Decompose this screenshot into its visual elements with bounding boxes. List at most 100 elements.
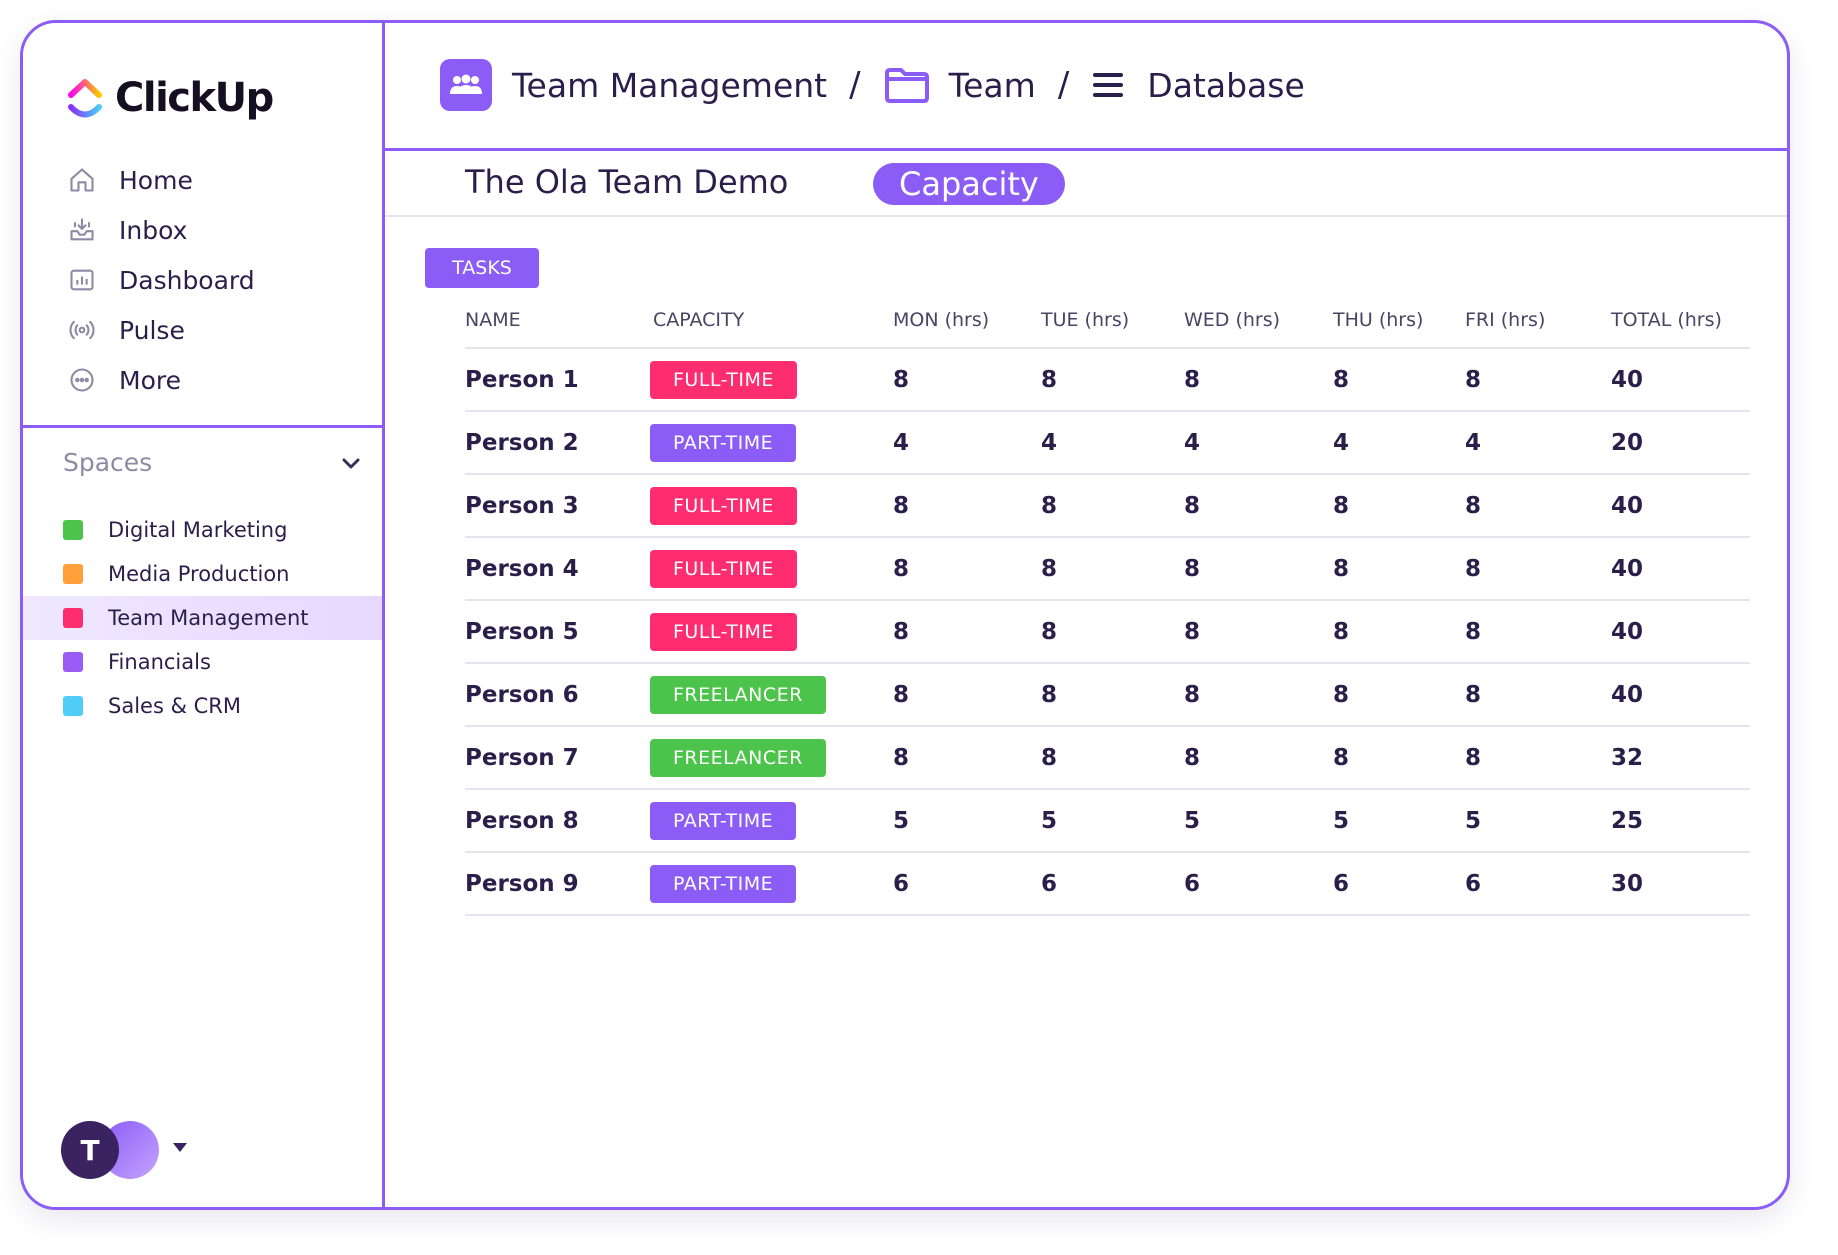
cell-mon: 8 (893, 366, 910, 393)
cell-mon: 8 (893, 618, 910, 645)
cell-tue: 8 (1041, 681, 1058, 708)
table-cell: 8 (893, 682, 1041, 708)
cell-thu: 8 (1333, 555, 1350, 582)
space-item-financials[interactable]: Financials (23, 640, 382, 684)
cell-wed: 8 (1184, 366, 1201, 393)
spaces-title: Spaces (63, 448, 153, 477)
table-row[interactable]: Person 8 PART-TIME 5 5 5 5 5 25 (465, 790, 1750, 853)
table-cell: 8 (1465, 619, 1611, 645)
column-header-capacity[interactable]: CAPACITY (653, 309, 893, 331)
cell-thu: 4 (1333, 429, 1350, 456)
capacity-badge[interactable]: PART-TIME (650, 801, 797, 840)
table-row[interactable]: Person 9 PART-TIME 6 6 6 6 6 30 (465, 853, 1750, 916)
logo[interactable]: ClickUp (65, 75, 274, 121)
folder-icon (884, 68, 929, 103)
nav-item-pulse[interactable]: Pulse (65, 305, 255, 355)
cell-mon: 4 (893, 429, 910, 456)
cell-tue: 4 (1041, 429, 1058, 456)
capacity-badge[interactable]: FULL-TIME (650, 549, 797, 588)
table-cell: 5 (1333, 808, 1465, 834)
table-body: Person 1 FULL-TIME 8 8 8 8 8 40 Person 2 PART-TIM… (465, 349, 1750, 916)
nav-item-dashboard[interactable]: Dashboard (65, 255, 255, 305)
capacity-badge[interactable]: FULL-TIME (650, 612, 797, 651)
cell-tue: 8 (1041, 366, 1058, 393)
column-header-fri[interactable]: FRI (hrs) (1465, 309, 1611, 331)
cell-wed: 6 (1184, 870, 1201, 897)
table-row[interactable]: Person 4 FULL-TIME 8 8 8 8 8 40 (465, 538, 1750, 601)
table-cell: 40 (1611, 556, 1750, 582)
space-item-team-management[interactable]: Team Management (23, 596, 382, 640)
group-label[interactable]: TASKS (425, 248, 539, 288)
column-header-name[interactable]: NAME (465, 309, 653, 331)
cell-name: Person 6 (465, 681, 579, 708)
cell-total: 40 (1611, 681, 1644, 708)
cell-total: 20 (1611, 429, 1644, 456)
main-nav: Home Inbox Dashboard Pulse More (65, 155, 255, 405)
cell-tue: 6 (1041, 870, 1058, 897)
table-cell: 4 (1333, 430, 1465, 456)
table-cell: 8 (893, 367, 1041, 393)
capacity-badge[interactable]: FULL-TIME (650, 486, 797, 525)
space-item-media-production[interactable]: Media Production (23, 552, 382, 596)
capacity-badge[interactable]: FREELANCER (650, 738, 826, 777)
capacity-badge[interactable]: FREELANCER (650, 675, 826, 714)
table-cell: 8 (893, 556, 1041, 582)
cell-tue: 8 (1041, 618, 1058, 645)
space-item-sales-crm[interactable]: Sales & CRM (23, 684, 382, 728)
space-label: Team Management (108, 606, 309, 630)
cell-name: Person 7 (465, 744, 579, 771)
breadcrumb-database[interactable]: Database (1091, 66, 1305, 105)
cell-thu: 8 (1333, 681, 1350, 708)
table-cell: Person 2 (465, 430, 653, 456)
nav-item-more[interactable]: More (65, 355, 255, 405)
caret-down-icon[interactable] (173, 1143, 187, 1152)
capacity-badge[interactable]: PART-TIME (650, 864, 797, 903)
column-header-thu[interactable]: THU (hrs) (1333, 309, 1465, 331)
cell-total: 32 (1611, 744, 1644, 771)
table-row[interactable]: Person 2 PART-TIME 4 4 4 4 4 20 (465, 412, 1750, 475)
column-header-total[interactable]: TOTAL (hrs) (1611, 309, 1750, 331)
capacity-badge[interactable]: PART-TIME (650, 423, 797, 462)
table-cell: 6 (893, 871, 1041, 897)
table-cell: Person 1 (465, 367, 653, 393)
space-item-digital-marketing[interactable]: Digital Marketing (23, 508, 382, 552)
table-row[interactable]: Person 1 FULL-TIME 8 8 8 8 8 40 (465, 349, 1750, 412)
table-cell: 4 (1465, 430, 1611, 456)
table-row[interactable]: Person 3 FULL-TIME 8 8 8 8 8 40 (465, 475, 1750, 538)
capacity-badge[interactable]: FULL-TIME (650, 360, 797, 399)
nav-item-inbox[interactable]: Inbox (65, 205, 255, 255)
cell-name: Person 9 (465, 870, 579, 897)
table-row[interactable]: Person 7 FREELANCER 8 8 8 8 8 32 (465, 727, 1750, 790)
breadcrumb-separator: / (1057, 65, 1070, 105)
avatar[interactable]: T (61, 1121, 119, 1179)
main-content: Team Management / Team / Database The Ol… (385, 23, 1787, 1207)
breadcrumb-label: Team (948, 65, 1036, 105)
column-header-wed[interactable]: WED (hrs) (1184, 309, 1333, 331)
table-row[interactable]: Person 5 FULL-TIME 8 8 8 8 8 40 (465, 601, 1750, 664)
column-header-tue[interactable]: TUE (hrs) (1041, 309, 1184, 331)
nav-item-home[interactable]: Home (65, 155, 255, 205)
cell-mon: 6 (893, 870, 910, 897)
table-cell: 8 (893, 493, 1041, 519)
cell-wed: 4 (1184, 429, 1201, 456)
table-row[interactable]: Person 6 FREELANCER 8 8 8 8 8 40 (465, 664, 1750, 727)
cell-total: 40 (1611, 492, 1644, 519)
table-cell: 8 (1333, 745, 1465, 771)
table-cell: Person 4 (465, 556, 653, 582)
breadcrumb-separator: / (849, 65, 861, 105)
table-cell: 8 (1041, 619, 1184, 645)
cell-fri: 4 (1465, 429, 1482, 456)
table-header: NAME CAPACITY MON (hrs) TUE (hrs) WED (h… (465, 293, 1750, 349)
breadcrumb-team[interactable]: Team (883, 65, 1036, 105)
chevron-down-icon[interactable] (339, 451, 363, 475)
view-tab-capacity[interactable]: Capacity (873, 163, 1065, 205)
user-menu[interactable]: T (61, 1121, 187, 1179)
table-cell: 8 (1041, 745, 1184, 771)
column-header-mon[interactable]: MON (hrs) (893, 309, 1041, 331)
pulse-icon (65, 313, 99, 347)
cell-tue: 8 (1041, 555, 1058, 582)
table-cell: 8 (1333, 493, 1465, 519)
cell-name: Person 4 (465, 555, 579, 582)
breadcrumb-team-management[interactable]: Team Management (440, 59, 827, 111)
spaces-header[interactable]: Spaces (63, 448, 363, 477)
